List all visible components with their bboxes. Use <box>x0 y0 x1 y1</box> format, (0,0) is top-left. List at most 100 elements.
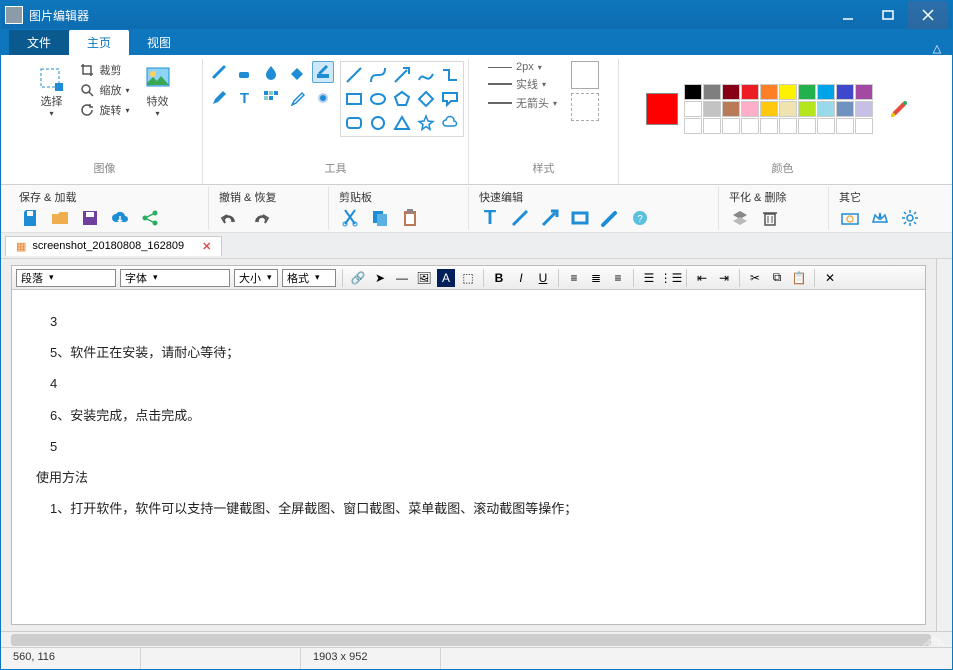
palette-color[interactable] <box>836 118 854 134</box>
vertical-scrollbar[interactable] <box>936 259 952 631</box>
shape-callout-icon[interactable] <box>439 88 461 110</box>
tab-home[interactable]: 主页 <box>69 30 129 55</box>
et-indent-icon[interactable]: ⇥ <box>715 269 733 287</box>
crown-icon[interactable] <box>869 207 891 229</box>
palette-color[interactable] <box>684 118 702 134</box>
copy-icon[interactable] <box>369 207 391 229</box>
palette-color[interactable] <box>684 101 702 117</box>
palette-color[interactable] <box>741 84 759 100</box>
cloud-icon[interactable] <box>109 207 131 229</box>
color-picker-button[interactable] <box>879 91 919 127</box>
style-arrow-row[interactable]: 无箭头▾ <box>488 95 557 111</box>
et-align-left-icon[interactable]: ≡ <box>565 269 583 287</box>
style-line-row[interactable]: 实线▾ <box>488 76 557 92</box>
stroke-swatch[interactable] <box>571 93 599 121</box>
shape-connector-icon[interactable] <box>439 64 461 86</box>
palette-color[interactable] <box>798 84 816 100</box>
shape-triangle-icon[interactable] <box>391 112 413 134</box>
minimize-button[interactable] <box>828 1 868 29</box>
shape-roundrect-icon[interactable] <box>343 112 365 134</box>
palette-color[interactable] <box>760 101 778 117</box>
quick-rect-icon[interactable] <box>569 207 591 229</box>
quick-highlight-icon[interactable]: ? <box>629 207 651 229</box>
et-fontcolor-icon[interactable]: A <box>437 269 455 287</box>
et-cut-icon[interactable]: ✂ <box>746 269 764 287</box>
quick-brush-icon[interactable] <box>599 207 621 229</box>
tab-view[interactable]: 视图 <box>129 30 189 55</box>
palette-color[interactable] <box>855 118 873 134</box>
palette-color[interactable] <box>855 84 873 100</box>
undo-icon[interactable] <box>219 207 241 229</box>
tab-file[interactable]: 文件 <box>9 30 69 55</box>
camera-icon[interactable] <box>839 207 861 229</box>
share-icon[interactable] <box>139 207 161 229</box>
et-list-ul-icon[interactable]: ⋮☰ <box>662 269 680 287</box>
shape-freehand-icon[interactable] <box>415 64 437 86</box>
et-link-icon[interactable]: 🔗 <box>349 269 367 287</box>
crop-button[interactable]: 裁剪 <box>77 61 131 79</box>
palette-color[interactable] <box>760 84 778 100</box>
open-icon[interactable] <box>49 207 71 229</box>
shape-circle-icon[interactable] <box>367 112 389 134</box>
cut-icon[interactable] <box>339 207 361 229</box>
tool-pencil-icon[interactable] <box>208 87 230 109</box>
et-align-right-icon[interactable]: ≡ <box>609 269 627 287</box>
palette-color[interactable] <box>836 84 854 100</box>
effects-button[interactable]: 特效▾ <box>138 61 178 122</box>
palette-color[interactable] <box>779 118 797 134</box>
palette-color[interactable] <box>760 118 778 134</box>
palette-color[interactable] <box>817 101 835 117</box>
document-tab-close-icon[interactable]: ✕ <box>202 240 211 253</box>
palette-color[interactable] <box>779 84 797 100</box>
flatten-icon[interactable] <box>729 207 751 229</box>
palette-color[interactable] <box>741 101 759 117</box>
zoom-button[interactable]: 缩放▾ <box>77 81 131 99</box>
et-paste-icon[interactable]: 📋 <box>790 269 808 287</box>
et-image-icon[interactable]: 🖼 <box>415 269 433 287</box>
et-underline-icon[interactable]: U <box>534 269 552 287</box>
et-bold-icon[interactable]: B <box>490 269 508 287</box>
combo-format[interactable]: 格式▾ <box>282 269 336 287</box>
tool-eraser-icon[interactable] <box>234 61 256 83</box>
palette-color[interactable] <box>779 101 797 117</box>
tool-brush-icon[interactable] <box>208 61 230 83</box>
paste-icon[interactable] <box>399 207 421 229</box>
save-as-icon[interactable] <box>79 207 101 229</box>
save-icon[interactable] <box>19 207 41 229</box>
et-copy-icon[interactable]: ⧉ <box>768 269 786 287</box>
tool-dropper-icon[interactable] <box>286 87 308 109</box>
et-align-center-icon[interactable]: ≣ <box>587 269 605 287</box>
tool-drop-icon[interactable] <box>260 61 282 83</box>
shape-cloud-icon[interactable] <box>439 112 461 134</box>
palette-color[interactable] <box>817 84 835 100</box>
palette-color[interactable] <box>722 101 740 117</box>
combo-size[interactable]: 大小▾ <box>234 269 278 287</box>
palette-color[interactable] <box>684 84 702 100</box>
redo-icon[interactable] <box>249 207 271 229</box>
select-button[interactable]: 选择▾ <box>31 61 71 122</box>
palette-color[interactable] <box>722 84 740 100</box>
style-width-row[interactable]: 2px▾ <box>488 61 557 73</box>
shape-star-icon[interactable] <box>415 112 437 134</box>
shape-ellipse-icon[interactable] <box>367 88 389 110</box>
palette-color[interactable] <box>855 101 873 117</box>
palette-color[interactable] <box>722 118 740 134</box>
palette-color[interactable] <box>703 101 721 117</box>
combo-paragraph[interactable]: 段落▾ <box>16 269 116 287</box>
fill-swatch[interactable] <box>571 61 599 89</box>
palette-color[interactable] <box>703 118 721 134</box>
document-tab[interactable]: ▦ screenshot_20180808_162809 ✕ <box>5 236 222 256</box>
shape-rect-icon[interactable] <box>343 88 365 110</box>
palette-color[interactable] <box>836 101 854 117</box>
ribbon-collapse-icon[interactable]: △ <box>922 42 952 55</box>
quick-line-icon[interactable] <box>509 207 531 229</box>
tool-marker-icon[interactable] <box>312 61 334 83</box>
tool-fill-icon[interactable] <box>286 61 308 83</box>
et-bgcolor-icon[interactable]: ⬚ <box>459 269 477 287</box>
close-button[interactable] <box>908 1 948 29</box>
horizontal-scrollbar[interactable] <box>1 631 952 647</box>
document-content[interactable]: 3 5、软件正在安装，请耐心等待； 4 6、安装完成，点击完成。 5 使用方法 … <box>12 290 925 540</box>
shape-arrow-icon[interactable] <box>391 64 413 86</box>
quick-text-icon[interactable]: T <box>479 207 501 229</box>
tool-text-icon[interactable]: T <box>234 87 256 109</box>
